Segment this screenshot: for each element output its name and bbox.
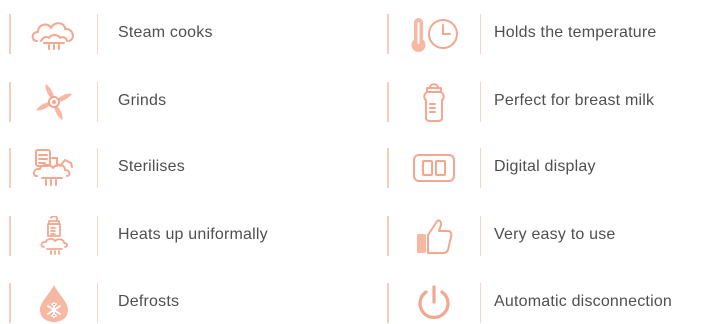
feature-label: Digital display	[494, 158, 596, 175]
feature-item: Defrosts	[0, 283, 352, 323]
bottle-steam-icon	[26, 216, 82, 255]
accent-bar	[387, 216, 389, 256]
feature-grid: Steam cooks Grinds Sterilises Heats up u…	[0, 0, 705, 324]
thermometer-clock-icon	[406, 15, 462, 53]
feature-label: Sterilises	[118, 158, 185, 175]
divider	[480, 82, 481, 122]
accent-bar	[387, 148, 389, 188]
sterilise-icon	[26, 149, 82, 187]
steam-cloud-icon	[26, 15, 82, 53]
accent-bar	[9, 148, 11, 188]
feature-item: Grinds	[0, 82, 352, 122]
feature-label: Heats up uniformally	[118, 226, 268, 243]
baby-bottle-icon	[406, 83, 462, 122]
feature-item: Automatic disconnection	[384, 283, 705, 323]
divider	[480, 148, 481, 188]
digital-display-icon	[406, 149, 462, 187]
divider	[480, 283, 481, 323]
divider	[97, 216, 98, 256]
divider	[480, 14, 481, 54]
accent-bar	[9, 216, 11, 256]
snow-drop-icon	[26, 284, 82, 322]
accent-bar	[9, 14, 11, 54]
feature-item: Steam cooks	[0, 14, 352, 54]
accent-bar	[387, 82, 389, 122]
feature-item: Heats up uniformally	[0, 216, 352, 256]
thumbs-up-icon	[406, 217, 462, 255]
feature-item: Digital display	[384, 148, 705, 188]
feature-label: Defrosts	[118, 293, 180, 310]
divider	[97, 82, 98, 122]
divider	[97, 283, 98, 323]
feature-label: Steam cooks	[118, 24, 213, 41]
divider	[97, 14, 98, 54]
accent-bar	[387, 283, 389, 323]
feature-label: Automatic disconnection	[494, 293, 673, 310]
power-icon	[406, 284, 462, 322]
feature-label: Very easy to use	[494, 226, 616, 243]
feature-item: Holds the temperature	[384, 14, 705, 54]
feature-label: Perfect for breast milk	[494, 92, 655, 109]
feature-item: Very easy to use	[384, 216, 705, 256]
blade-icon	[26, 83, 82, 121]
accent-bar	[387, 14, 389, 54]
feature-item: Perfect for breast milk	[384, 82, 705, 122]
divider	[97, 148, 98, 188]
divider	[480, 216, 481, 256]
feature-label: Grinds	[118, 92, 167, 109]
accent-bar	[9, 82, 11, 122]
accent-bar	[9, 283, 11, 323]
feature-label: Holds the temperature	[494, 24, 657, 41]
feature-item: Sterilises	[0, 148, 352, 188]
